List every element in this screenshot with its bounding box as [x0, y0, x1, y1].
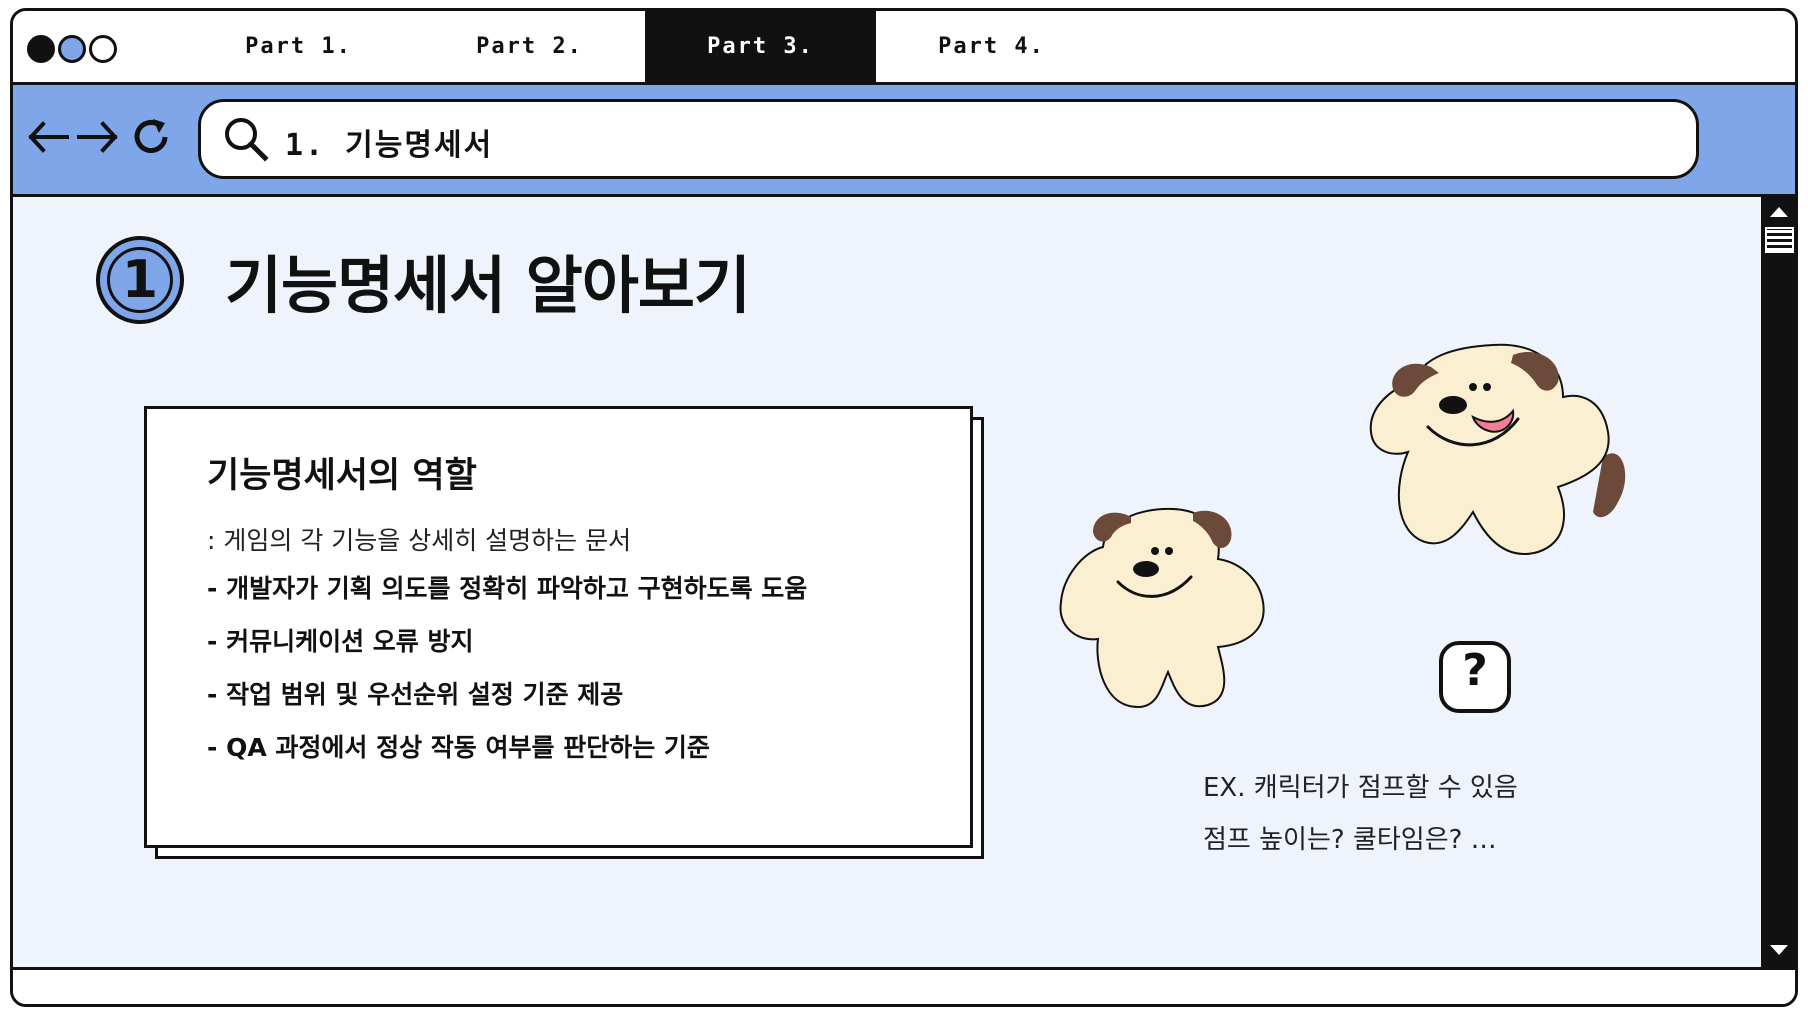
dog-illustration-left — [1059, 507, 1265, 709]
card-title: 기능명세서의 역할 — [207, 456, 477, 496]
window-controls — [27, 35, 117, 63]
tab-part-2[interactable]: Part 2. — [414, 11, 645, 82]
scroll-up-icon[interactable] — [1768, 205, 1790, 219]
address-text: 1. 기능명세서 — [285, 128, 494, 163]
example-text: EX. 캐릭터가 점프할 수 있음 점프 높이는? 쿨타임은? … — [1203, 762, 1518, 866]
scrollbar-thumb[interactable] — [1765, 227, 1794, 253]
arrow-right-icon[interactable] — [77, 119, 119, 155]
list-item: - 커뮤니케이션 오류 방지 — [207, 627, 474, 656]
tab-part-1[interactable]: Part 1. — [183, 11, 414, 82]
window-dot-blue[interactable] — [58, 35, 86, 63]
browser-window: Part 1. Part 2. Part 3. Part 4. 1. 기능명세서… — [10, 8, 1798, 1007]
list-item: - 개발자가 기획 의도를 정확히 파악하고 구현하도록 도움 — [207, 574, 808, 603]
page-title: 기능명세서 알아보기 — [225, 249, 751, 322]
role-list: - 개발자가 기획 의도를 정확히 파악하고 구현하도록 도움 - 커뮤니케이션… — [207, 569, 807, 781]
reload-icon[interactable] — [129, 115, 173, 159]
section-number-badge: 1 — [96, 236, 184, 324]
status-bar — [13, 967, 1795, 1004]
navigation-bar: 1. 기능명세서 — [13, 85, 1795, 197]
window-dot-black[interactable] — [27, 35, 55, 63]
section-number: 1 — [107, 247, 173, 313]
search-icon — [225, 118, 269, 162]
address-bar[interactable]: 1. 기능명세서 — [198, 99, 1699, 179]
list-item: - 작업 범위 및 우선순위 설정 기준 제공 — [207, 680, 624, 709]
card-subtitle: : 게임의 각 기능을 상세히 설명하는 문서 — [207, 526, 632, 555]
list-item: - QA 과정에서 정상 작동 여부를 판단하는 기준 — [207, 733, 710, 762]
example-line-2: 점프 높이는? 쿨타임은? … — [1203, 825, 1497, 855]
question-mark-text: ? — [1462, 645, 1488, 696]
dog-illustration-right — [1369, 343, 1626, 555]
vertical-scrollbar[interactable] — [1761, 197, 1795, 967]
tab-part-3[interactable]: Part 3. — [645, 11, 876, 82]
role-card: 기능명세서의 역할 : 게임의 각 기능을 상세히 설명하는 문서 - 개발자가… — [144, 406, 973, 848]
arrow-left-icon[interactable] — [27, 119, 69, 155]
question-mark-icon: ? — [1437, 639, 1513, 715]
slide-content: 1 기능명세서 알아보기 기능명세서의 역할 : 게임의 각 기능을 상세히 설… — [13, 197, 1761, 967]
tab-bar: Part 1. Part 2. Part 3. Part 4. — [13, 11, 1795, 85]
tab-part-4[interactable]: Part 4. — [876, 11, 1107, 82]
window-dot-white[interactable] — [89, 35, 117, 63]
scroll-down-icon[interactable] — [1768, 943, 1790, 957]
example-line-1: EX. 캐릭터가 점프할 수 있음 — [1203, 773, 1518, 803]
